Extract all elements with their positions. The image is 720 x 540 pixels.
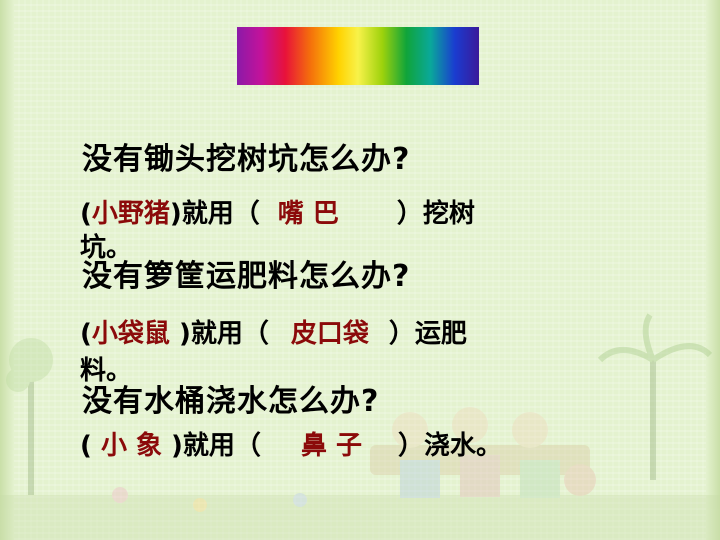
animal-name: 小 象 <box>100 431 172 461</box>
answer-blank: 嘴 巴 <box>277 199 339 229</box>
answer-blank: 皮口袋 <box>290 319 369 349</box>
used-text: )就用（ <box>178 319 269 349</box>
answer-blank: 鼻 子 <box>300 431 362 461</box>
used-text: )就用（ <box>169 199 260 229</box>
open-paren: ( <box>80 431 101 461</box>
question-3: 没有水桶浇水怎么办? <box>82 384 380 419</box>
tail-text: ）挖树 <box>396 199 475 229</box>
question-2: 没有箩筐运肥料怎么办? <box>82 259 411 294</box>
palm-right <box>597 313 713 480</box>
tail-text: ）运肥 <box>388 319 467 349</box>
open-paren: ( <box>80 199 92 229</box>
answer-line-3: ( 小 象 )就用（ 鼻 子 ）浇水。 <box>80 425 502 462</box>
answer-line-2: (小袋鼠 )就用（ 皮口袋 ）运肥 <box>80 313 467 350</box>
slide: 没有锄头挖树坑怎么办? (小野猪)就用（嘴 巴）挖树 坑。 没有箩筐运肥料怎么办… <box>0 0 720 540</box>
animal-name: 小野猪 <box>91 199 170 229</box>
tail-text: ）浇水。 <box>398 431 503 461</box>
answer-line-1: (小野猪)就用（ 嘴 巴 ）挖树 <box>80 193 475 230</box>
tree-left <box>6 338 53 505</box>
animal-name: 小袋鼠 <box>91 319 179 349</box>
used-text: )就用（ <box>171 431 261 461</box>
open-paren: ( <box>80 319 92 349</box>
question-1: 没有锄头挖树坑怎么办? <box>82 142 411 177</box>
